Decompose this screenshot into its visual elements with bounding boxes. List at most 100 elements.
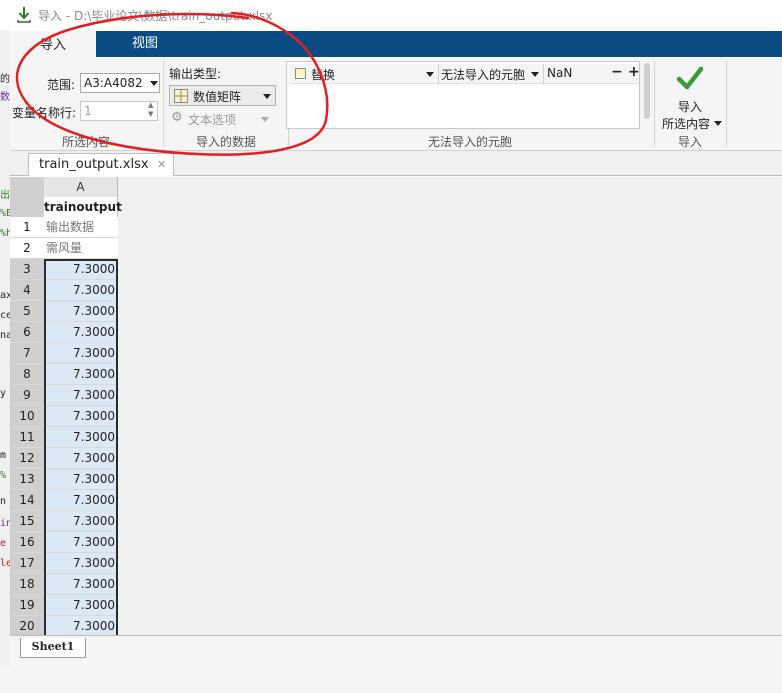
table-cell[interactable]: 7.3000 [44, 616, 118, 635]
table-cell[interactable]: 7.3000 [44, 385, 118, 406]
table-cell[interactable]: 输出数据 [44, 217, 118, 238]
variable-name-cell[interactable]: trainoutput [44, 197, 122, 217]
table-cell[interactable]: 7.3000 [44, 574, 118, 595]
background-fragment: y [0, 388, 7, 399]
sheet-tab-bar: Sheet1 [10, 635, 782, 665]
replacement-value-input[interactable]: NaN [547, 66, 572, 80]
spreadsheet-grid[interactable]: A trainoutput 1 输出数据 2 需风量 3 7.3000 4 7.3000 5 7.… [10, 177, 782, 635]
section-label-selection: 所选内容 [61, 135, 110, 149]
background-fragment: ax [0, 290, 10, 301]
background-app-strip: 图 出 数 的 %E %h ax ce na y m % n in e le [0, 0, 10, 693]
range-input[interactable]: A3:A4082 [80, 73, 160, 93]
rule-row[interactable]: 替换 无法导入的元胞 NaN − + [289, 64, 640, 84]
remove-rule-button[interactable]: − [611, 64, 623, 80]
text-options-button[interactable]: ⚙ 文本选项 [169, 110, 276, 128]
chevron-down-icon [263, 94, 271, 99]
rules-scrollbar[interactable] [644, 63, 650, 119]
row-number[interactable]: 2 [10, 238, 44, 259]
stepper-arrows-icon[interactable]: ▲ ▼ [148, 101, 153, 119]
row-number[interactable]: 16 [10, 532, 44, 553]
sheet-tab[interactable]: Sheet1 [20, 638, 86, 658]
output-type-label: 输出类型: [169, 67, 222, 81]
row-number[interactable]: 9 [10, 385, 44, 406]
import-window: 图 出 数 的 %E %h ax ce na y m % n in e le 导… [0, 0, 782, 693]
close-icon[interactable]: ✕ [157, 158, 166, 171]
table-cell[interactable]: 7.3000 [44, 322, 118, 343]
status-area [0, 665, 782, 693]
chevron-down-icon[interactable] [150, 81, 158, 86]
background-fragment: 数 [0, 92, 10, 103]
table-cell[interactable]: 7.3000 [44, 301, 118, 322]
import-selection-button[interactable]: 导入 所选内容 [658, 61, 722, 131]
import-button-label: 导入 [677, 100, 702, 114]
document-tab-bar: train_output.xlsx ✕ [10, 151, 782, 176]
varname-row-value: 1 [84, 104, 92, 118]
section-divider [726, 61, 727, 147]
table-cell[interactable]: 7.3000 [44, 511, 118, 532]
table-cell[interactable]: 7.3000 [44, 364, 118, 385]
row-number[interactable]: 3 [10, 259, 44, 280]
tab-import[interactable]: 导入 [10, 31, 96, 57]
background-fragment: 的 [0, 74, 10, 85]
ribbon: 范围: A3:A4082 变量名称行: 1 ▲ ▼ 所选内容 输出类型: 数值矩阵… [10, 57, 782, 151]
add-rule-button[interactable]: + [628, 64, 640, 80]
section-label-import: 导入 [677, 135, 702, 149]
row-number[interactable]: 14 [10, 490, 44, 511]
ribbon-tab-bar: 导入 视图 [10, 31, 782, 57]
varname-row-label: 变量名称行: [12, 106, 77, 120]
table-cell[interactable]: 7.3000 [44, 595, 118, 616]
range-label: 范围: [47, 78, 76, 92]
table-cell[interactable]: 7.3000 [44, 553, 118, 574]
section-label-unimportable: 无法导入的元胞 [427, 135, 512, 149]
chevron-down-icon [261, 117, 269, 122]
row-number[interactable]: 1 [10, 217, 44, 238]
table-cell[interactable]: 7.3000 [44, 259, 118, 280]
row-number[interactable]: 15 [10, 511, 44, 532]
row-number[interactable]: 12 [10, 448, 44, 469]
row-number[interactable]: 18 [10, 574, 44, 595]
section-label-imported-data: 导入的数据 [195, 135, 256, 149]
table-cell[interactable]: 需风量 [44, 238, 118, 259]
window-title: 导入 - D:\毕业论文\数据\train_output.xlsx [38, 9, 273, 23]
table-cell[interactable]: 7.3000 [44, 427, 118, 448]
row-number[interactable]: 17 [10, 553, 44, 574]
column-header[interactable]: A [44, 177, 118, 197]
chevron-down-icon[interactable] [426, 72, 434, 77]
output-type-value: 数值矩阵 [193, 90, 242, 104]
column-divider [543, 64, 544, 84]
rule-target-value[interactable]: 无法导入的元胞 [441, 66, 525, 83]
row-number[interactable]: 19 [10, 595, 44, 616]
grid-corner[interactable] [10, 177, 44, 217]
check-mark-icon [676, 66, 704, 90]
row-number[interactable]: 6 [10, 322, 44, 343]
row-number[interactable]: 8 [10, 364, 44, 385]
table-cell[interactable]: 7.3000 [44, 532, 118, 553]
table-cell[interactable]: 7.3000 [44, 490, 118, 511]
range-value: A3:A4082 [84, 76, 143, 90]
background-fragment: e [0, 538, 7, 549]
rule-color-swatch [295, 68, 306, 79]
rule-action-value[interactable]: 替换 [311, 66, 335, 83]
gear-icon: ⚙ [171, 110, 183, 125]
row-number[interactable]: 5 [10, 301, 44, 322]
table-cell[interactable]: 7.3000 [44, 469, 118, 490]
row-number[interactable]: 7 [10, 343, 44, 364]
title-bar: 导入 - D:\毕业论文\数据\train_output.xlsx [0, 0, 782, 30]
table-cell[interactable]: 7.3000 [44, 448, 118, 469]
row-number[interactable]: 13 [10, 469, 44, 490]
row-number[interactable]: 4 [10, 280, 44, 301]
row-number[interactable]: 11 [10, 427, 44, 448]
document-tab-label: train_output.xlsx [39, 157, 149, 172]
chevron-down-icon[interactable] [531, 72, 539, 77]
output-type-dropdown[interactable]: 数值矩阵 [169, 85, 276, 106]
document-tab[interactable]: train_output.xlsx ✕ [28, 153, 174, 176]
row-number[interactable]: 10 [10, 406, 44, 427]
column-divider [438, 64, 439, 84]
table-cell[interactable]: 7.3000 [44, 343, 118, 364]
row-number[interactable]: 20 [10, 616, 44, 635]
table-cell[interactable]: 7.3000 [44, 406, 118, 427]
tab-view[interactable]: 视图 [96, 31, 194, 57]
varname-row-stepper[interactable]: 1 [80, 101, 158, 121]
background-fragment: %E [0, 208, 10, 219]
table-cell[interactable]: 7.3000 [44, 280, 118, 301]
